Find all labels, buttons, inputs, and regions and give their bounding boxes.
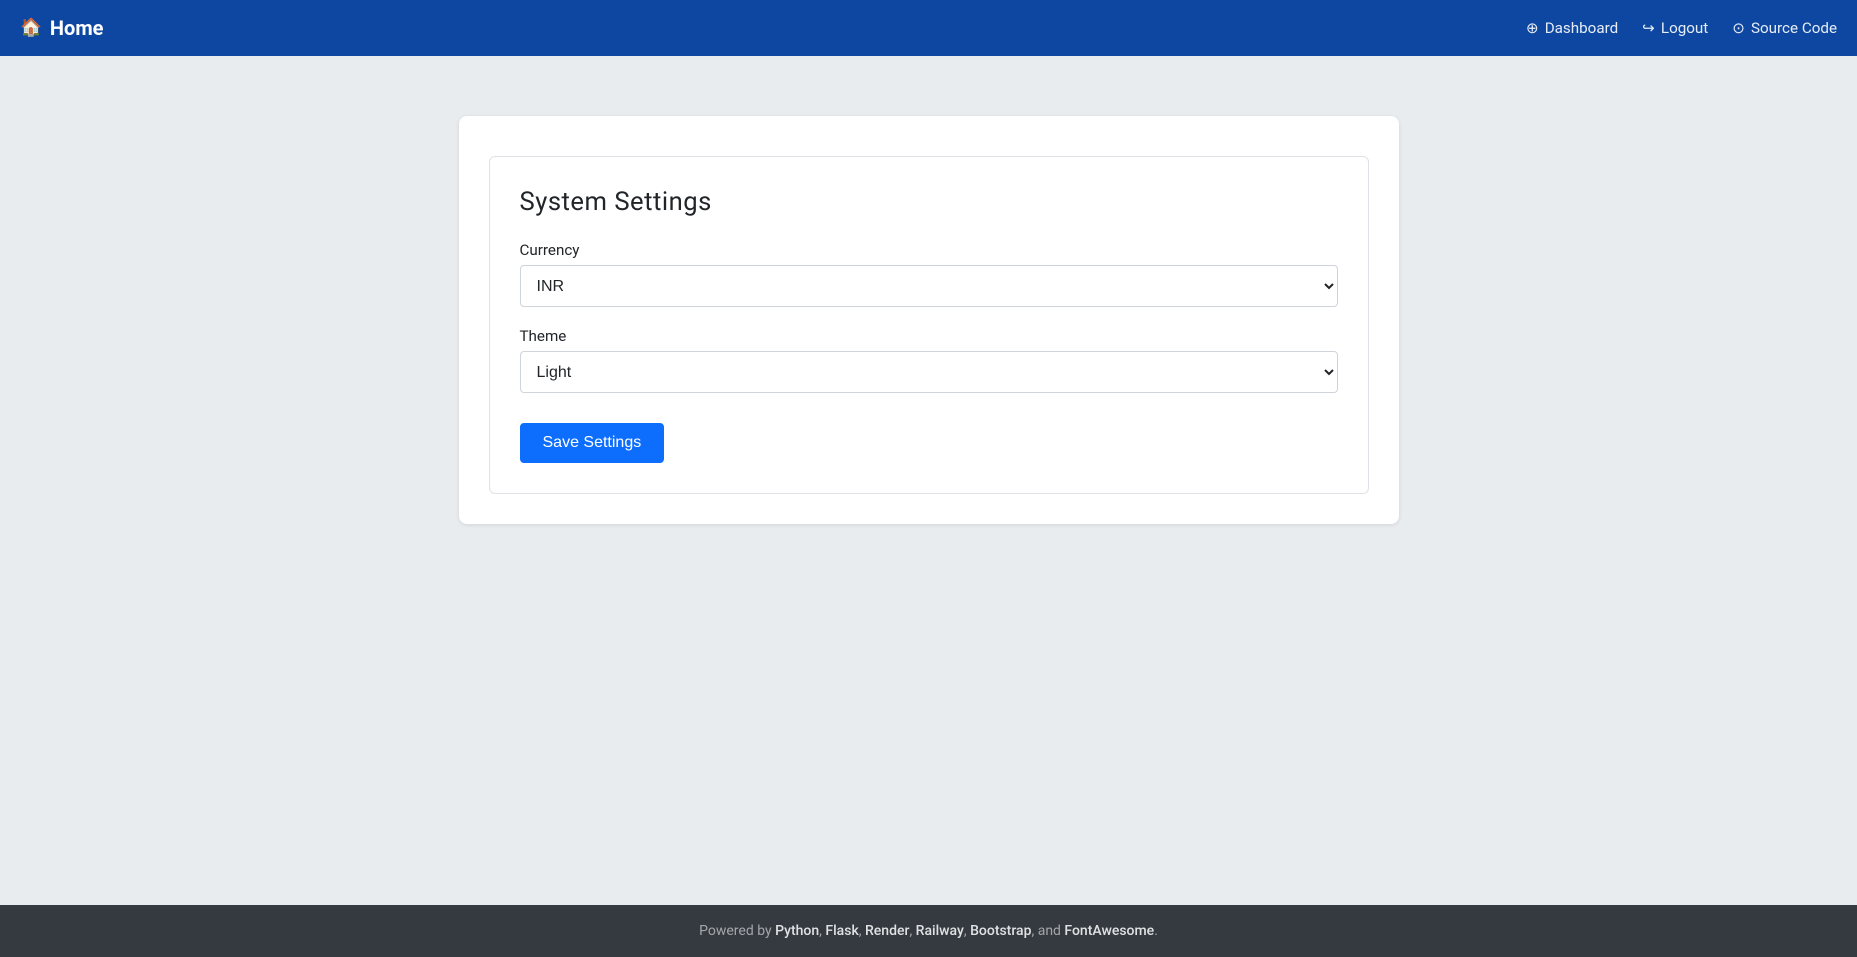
navbar-brand-label: Home (50, 16, 104, 40)
theme-group: Theme LightDark (520, 327, 1338, 393)
dashboard-label: Dashboard (1545, 19, 1618, 37)
logout-link[interactable]: ↪ Logout (1642, 19, 1708, 37)
theme-label: Theme (520, 327, 1338, 345)
inner-card: System Settings Currency INRUSDEURGBPJPY… (489, 156, 1369, 494)
logout-icon: ↪ (1642, 19, 1655, 37)
logout-label: Logout (1661, 19, 1708, 37)
footer-highlight-python: Python (775, 923, 819, 939)
navbar: 🏠 Home ⊕ Dashboard ↪ Logout ⊙ Source Cod… (0, 0, 1857, 56)
home-icon: 🏠 (20, 18, 42, 38)
footer-highlight-fontawesome: FontAwesome (1064, 923, 1154, 939)
footer-highlight-flask: Flask (825, 923, 858, 939)
dashboard-link[interactable]: ⊕ Dashboard (1526, 19, 1618, 37)
currency-group: Currency INRUSDEURGBPJPY (520, 241, 1338, 307)
currency-label: Currency (520, 241, 1338, 259)
outer-card: System Settings Currency INRUSDEURGBPJPY… (459, 116, 1399, 524)
footer-end: . (1154, 923, 1158, 939)
footer-and: and (1038, 923, 1065, 939)
footer-highlight-bootstrap: Bootstrap (970, 923, 1031, 939)
settings-title: System Settings (520, 187, 1338, 217)
navbar-links: ⊕ Dashboard ↪ Logout ⊙ Source Code (1526, 19, 1837, 37)
dashboard-icon: ⊕ (1526, 19, 1539, 37)
footer-text: Powered by Python, Flask, Render, Railwa… (699, 923, 1158, 939)
main-content: System Settings Currency INRUSDEURGBPJPY… (0, 56, 1857, 905)
source-code-icon: ⊙ (1732, 19, 1745, 37)
navbar-brand[interactable]: 🏠 Home (20, 16, 103, 40)
footer: Powered by Python, Flask, Render, Railwa… (0, 905, 1857, 957)
footer-highlight-railway: Railway (916, 923, 964, 939)
theme-select[interactable]: LightDark (520, 351, 1338, 393)
source-code-label: Source Code (1751, 19, 1837, 37)
footer-highlight-render: Render (865, 923, 909, 939)
source-code-link[interactable]: ⊙ Source Code (1732, 19, 1837, 37)
currency-select[interactable]: INRUSDEURGBPJPY (520, 265, 1338, 307)
save-settings-button[interactable]: Save Settings (520, 423, 665, 463)
footer-prefix: Powered by (699, 923, 772, 939)
